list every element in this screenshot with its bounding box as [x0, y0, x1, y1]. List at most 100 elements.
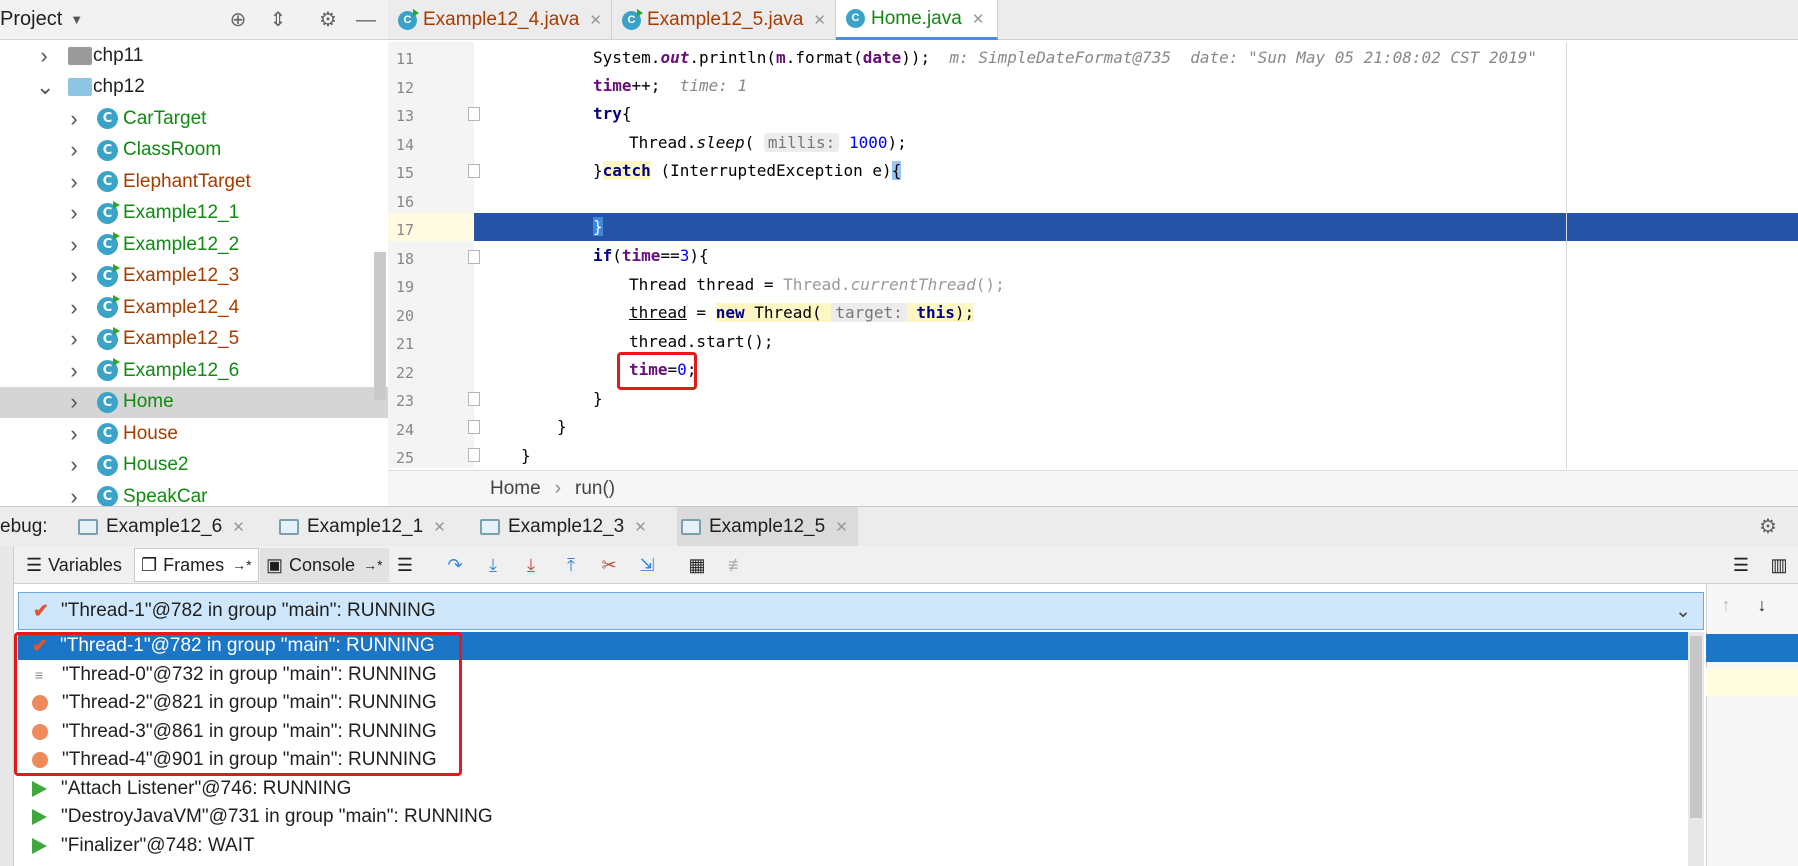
- tab-variables[interactable]: ☰ Variables: [20, 548, 128, 582]
- tree-item[interactable]: › C Example12_2: [0, 229, 388, 260]
- close-icon[interactable]: ✕: [589, 11, 602, 29]
- close-icon[interactable]: ✕: [972, 10, 985, 28]
- arrow-up-icon[interactable]: ↑: [1715, 594, 1737, 616]
- chevron-right-icon[interactable]: ›: [66, 389, 82, 415]
- code-line-20: thread = new Thread( target: this);: [629, 303, 975, 322]
- tree-item[interactable]: ⌄ chp12: [0, 72, 388, 103]
- tree-item[interactable]: › chp11: [0, 40, 388, 71]
- align-icon[interactable]: ☰: [1730, 554, 1752, 576]
- tab-frames[interactable]: ❐ Frames →*: [134, 548, 259, 582]
- chevron-right-icon[interactable]: ›: [66, 106, 82, 132]
- menu-icon[interactable]: ☰: [394, 554, 416, 576]
- tree-item[interactable]: › C ElephantTarget: [0, 166, 388, 197]
- fold-marker-icon[interactable]: [468, 164, 480, 178]
- debug-tab-bar: ebug: ⚙ Example12_6 ✕ Example12_1 ✕ Example1…: [0, 506, 1798, 547]
- tree-item-label: Example12_6: [123, 359, 240, 381]
- tree-item[interactable]: › C Example12_3: [0, 261, 388, 292]
- editor-tab[interactable]: C Example12_5.java ✕: [612, 0, 836, 40]
- class-icon: C: [97, 391, 118, 413]
- tree-scrollbar[interactable]: [374, 252, 386, 400]
- debug-session-tab[interactable]: Example12_1 ✕: [275, 507, 456, 547]
- debug-session-tab[interactable]: Example12_3 ✕: [476, 507, 657, 547]
- gear-icon[interactable]: ⚙: [1756, 515, 1780, 539]
- chevron-down-icon[interactable]: ▼: [70, 12, 83, 27]
- step-out-icon[interactable]: ⤒: [560, 554, 582, 576]
- chevron-right-icon[interactable]: ›: [66, 263, 82, 289]
- thread-selector[interactable]: ✔ "Thread-1"@782 in group "main": RUNNIN…: [18, 592, 1704, 630]
- chevron-right-icon[interactable]: ›: [66, 326, 82, 352]
- tree-item[interactable]: › C Example12_1: [0, 198, 388, 229]
- drop-frame-icon[interactable]: ✂: [598, 554, 620, 576]
- thread-list-scroll-thumb[interactable]: [1690, 636, 1702, 818]
- editor-tab[interactable]: C Home.java ✕: [836, 0, 998, 40]
- thread-list-item[interactable]: "DestroyJavaVM"@731 in group "main": RUN…: [18, 803, 1688, 831]
- fold-marker-icon[interactable]: [468, 420, 480, 434]
- frame-selection: [1706, 634, 1798, 662]
- chevron-right-icon[interactable]: ›: [66, 484, 82, 507]
- tree-item[interactable]: › C SpeakCar: [0, 481, 388, 506]
- chevron-right-icon[interactable]: ›: [66, 421, 82, 447]
- close-icon[interactable]: ✕: [232, 518, 245, 536]
- chevron-right-icon[interactable]: ›: [36, 43, 52, 69]
- fold-marker-icon[interactable]: [468, 448, 480, 462]
- tree-item[interactable]: › C ClassRoom: [0, 135, 388, 166]
- tree-item[interactable]: › C Example12_6: [0, 355, 388, 386]
- line-number: 13: [395, 107, 414, 125]
- runnable-class-icon: C: [97, 326, 120, 350]
- line-number: 22: [395, 363, 414, 382]
- annotation-box-time-reset: [617, 352, 697, 390]
- tree-item[interactable]: › C Home: [0, 386, 388, 418]
- step-into-icon[interactable]: ⤓: [482, 554, 504, 576]
- code-line-12: time++; time: 1: [593, 76, 748, 95]
- close-icon[interactable]: ✕: [835, 518, 848, 536]
- chevron-right-icon[interactable]: ›: [66, 232, 82, 258]
- tree-item[interactable]: › C House2: [0, 450, 388, 481]
- trace-icon[interactable]: ≢: [726, 554, 748, 576]
- tree-item[interactable]: › C CarTarget: [0, 103, 388, 134]
- debug-session-tab[interactable]: Example12_5 ✕: [677, 507, 858, 547]
- debug-toolbar: ☰ Variables ❐ Frames →* ▣ Console →* ☰ ↷ ⤓ ⤓ …: [14, 546, 1798, 584]
- class-icon: C: [97, 108, 118, 129]
- fold-marker-icon[interactable]: [468, 392, 480, 406]
- chevron-down-icon[interactable]: ⌄: [1675, 600, 1691, 623]
- step-over-icon[interactable]: ↷: [444, 554, 466, 576]
- chevron-right-icon[interactable]: ›: [66, 295, 82, 321]
- evaluate-icon[interactable]: ▦: [686, 554, 708, 576]
- fold-marker-icon[interactable]: [468, 107, 480, 121]
- debug-session-tab[interactable]: Example12_6 ✕: [74, 507, 255, 547]
- right-margin-line: [1566, 42, 1567, 468]
- close-icon[interactable]: ✕: [433, 518, 446, 536]
- breadcrumb-method[interactable]: run(): [575, 478, 615, 500]
- thread-list-item[interactable]: "Attach Listener"@746: RUNNING: [18, 775, 1688, 803]
- breadcrumb-class[interactable]: Home: [490, 478, 541, 500]
- chevron-right-icon[interactable]: ›: [66, 452, 82, 478]
- target-icon[interactable]: ⊕: [226, 8, 250, 32]
- arrow-down-icon[interactable]: ↓: [1751, 594, 1773, 616]
- force-step-into-icon[interactable]: ⤓: [520, 554, 542, 576]
- chevron-down-icon[interactable]: ⌄: [36, 74, 54, 100]
- thread-selector-value: "Thread-1"@782 in group "main": RUNNING: [61, 600, 436, 621]
- debug-session-label: Example12_1: [307, 516, 424, 537]
- tab-console[interactable]: ▣ Console →*: [260, 548, 389, 582]
- run-to-cursor-icon[interactable]: ⇲: [636, 554, 658, 576]
- thread-list-item[interactable]: "Finalizer"@748: WAIT: [18, 832, 1688, 860]
- editor-tab[interactable]: C Example12_4.java ✕: [388, 0, 612, 40]
- fold-marker-icon[interactable]: [468, 250, 480, 264]
- code-line-11: System.out.println(m.format(date)); m: S…: [593, 48, 1538, 67]
- project-title[interactable]: Project: [0, 8, 62, 31]
- chevron-right-icon[interactable]: ›: [66, 169, 82, 195]
- tree-item[interactable]: › C Example12_5: [0, 324, 388, 355]
- code-line-21: thread.start();: [629, 332, 774, 351]
- chevron-right-icon[interactable]: ›: [66, 358, 82, 384]
- gear-icon[interactable]: ⚙: [316, 8, 340, 32]
- layout-icon[interactable]: ▥: [1768, 554, 1790, 576]
- close-icon[interactable]: ✕: [634, 518, 647, 536]
- chevron-right-icon[interactable]: ›: [66, 200, 82, 226]
- tree-item[interactable]: › C House: [0, 418, 388, 449]
- collapse-icon[interactable]: ⇕: [266, 8, 290, 32]
- minimize-icon[interactable]: —: [354, 8, 378, 32]
- chevron-right-icon[interactable]: ›: [66, 137, 82, 163]
- tree-item[interactable]: › C Example12_4: [0, 292, 388, 323]
- code-line-15: }catch (InterruptedException e){: [593, 161, 902, 180]
- close-icon[interactable]: ✕: [813, 11, 826, 29]
